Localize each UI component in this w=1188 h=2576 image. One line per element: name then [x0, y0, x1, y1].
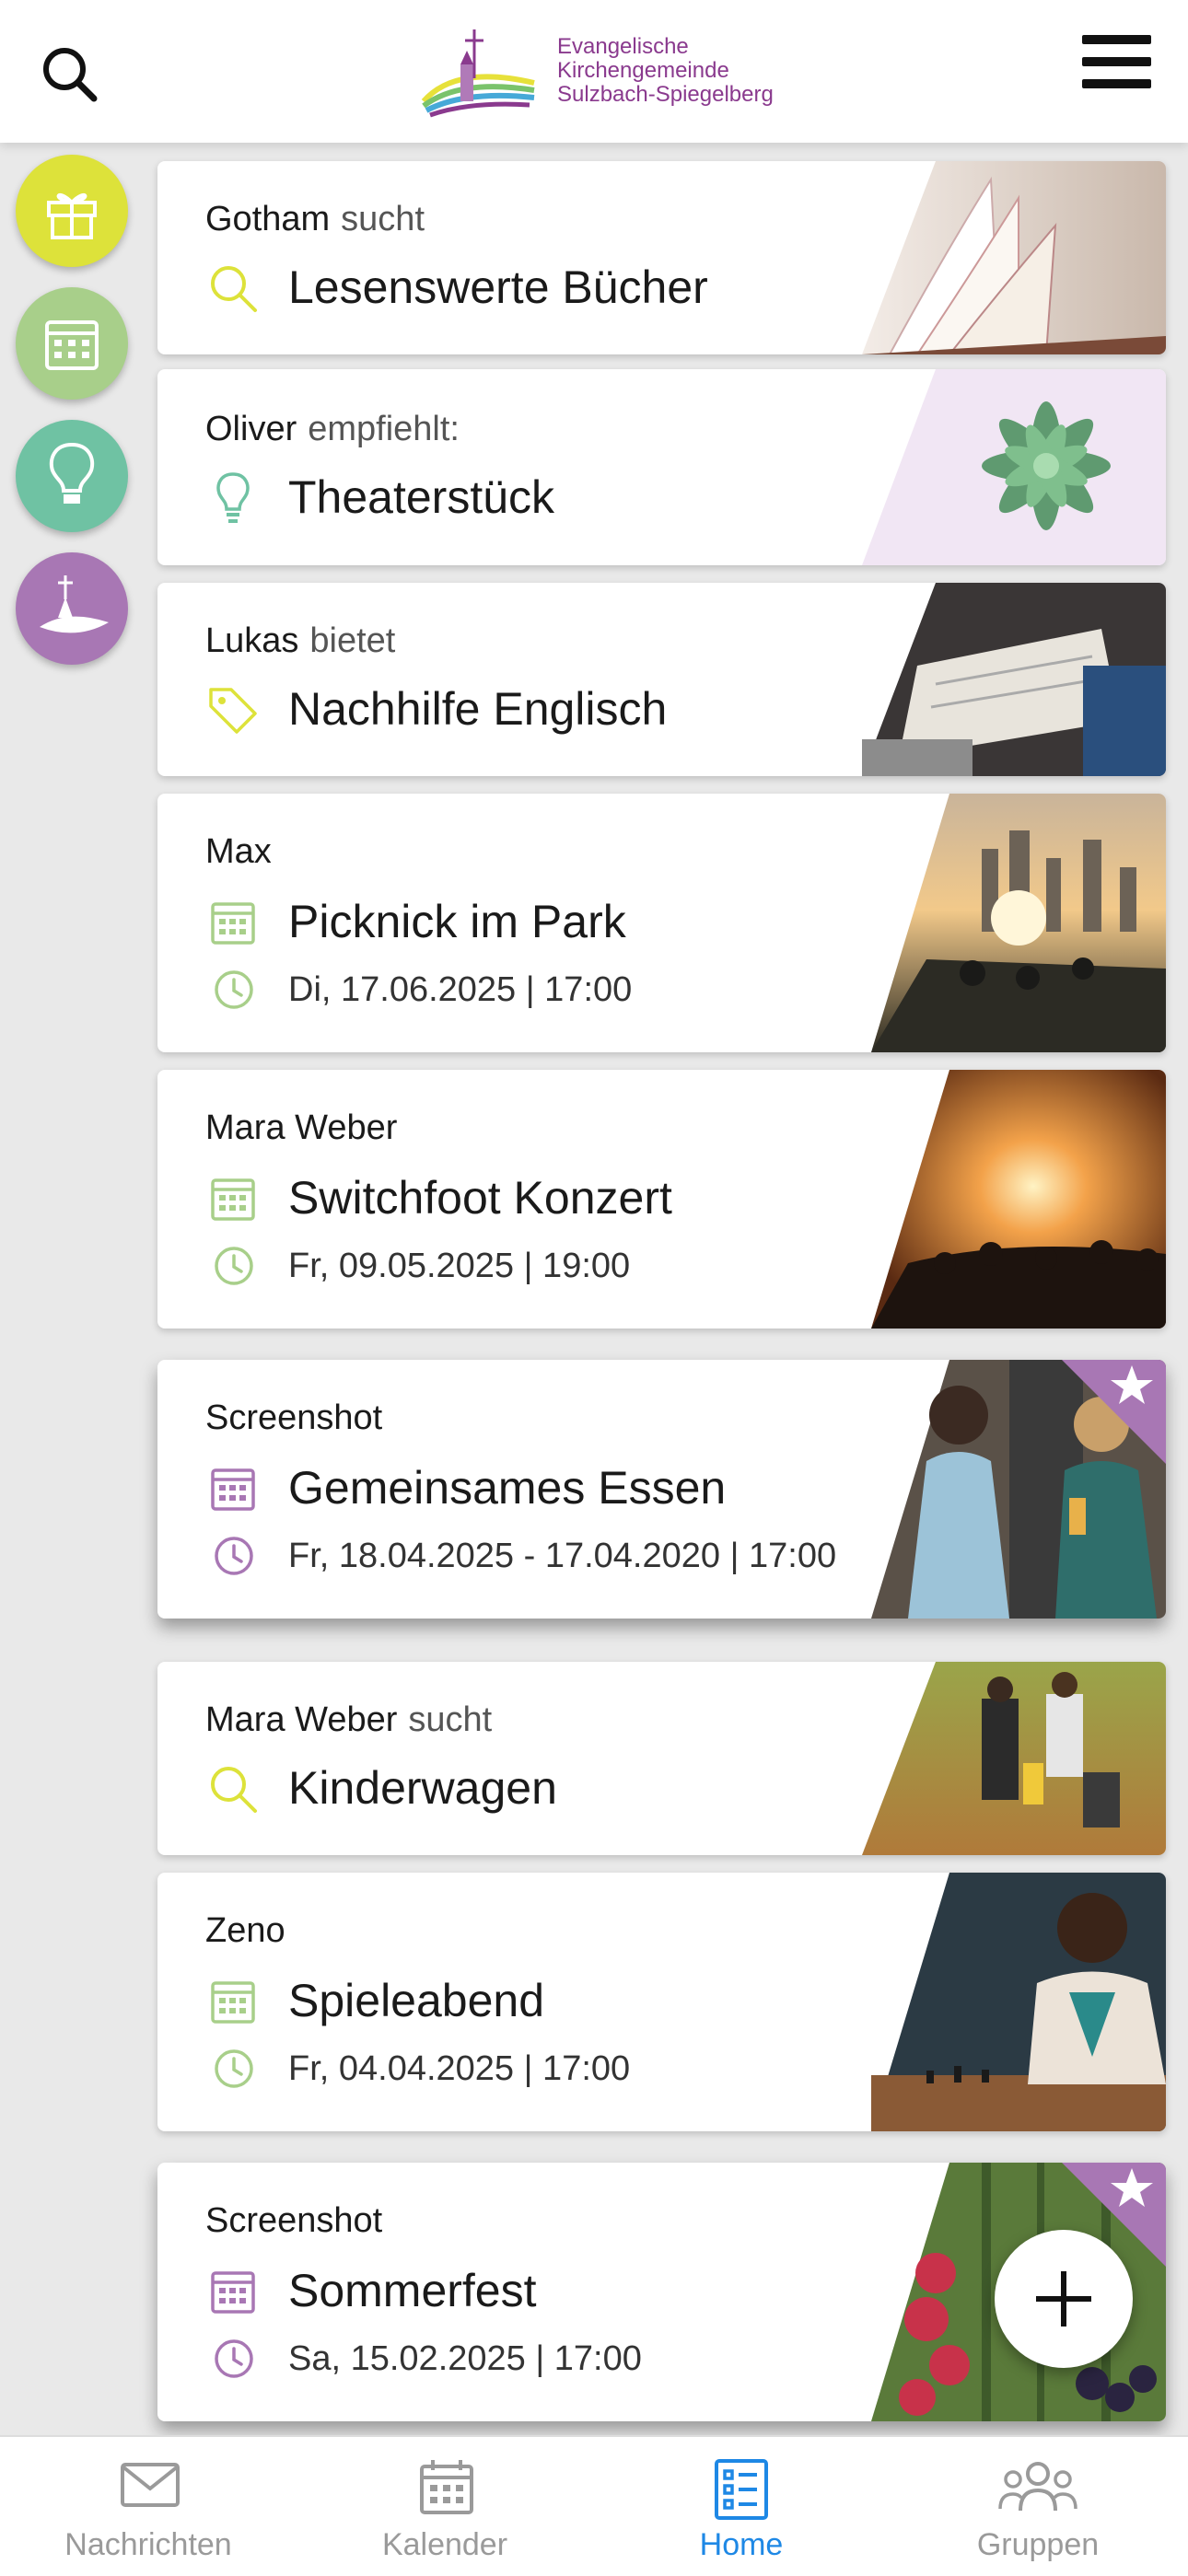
bottom-navigation: Nachrichten Kalender Home Gruppen [0, 2435, 1188, 2576]
card-item[interactable]: Oliver empfiehlt: Theaterstück [157, 369, 1166, 565]
app-header: Evangelische Kirchengemeinde Sulzbach-Sp… [0, 0, 1188, 143]
card-title: Theaterstück [288, 471, 555, 523]
card-title: Kinderwagen [288, 1762, 557, 1814]
tab-home[interactable]: Home [593, 2437, 890, 2576]
card-author: Max [205, 832, 272, 871]
card-title: Switchfoot Konzert [288, 1172, 672, 1224]
category-church-button[interactable] [16, 552, 128, 665]
category-calendar-button[interactable] [16, 287, 128, 400]
calendar-icon [211, 1981, 255, 2024]
logo-text: Evangelische Kirchengemeinde Sulzbach-Sp… [557, 34, 774, 107]
card-item[interactable]: Lukas bietet Nachhilfe Englisch [157, 583, 1166, 776]
card-author: Oliver empfiehlt: [205, 410, 460, 448]
card-title: Lesenswerte Bücher [288, 261, 708, 313]
card-date: Fr, 09.05.2025 | 19:00 [288, 1247, 631, 1285]
study-desk-photo [862, 583, 1166, 776]
card-title: Sommerfest [288, 2265, 537, 2316]
succulent-photo [862, 369, 1166, 565]
card-author: Mara Weber sucht [205, 1700, 493, 1739]
card-author: Mara Weber [205, 1108, 398, 1147]
book-photo [862, 161, 1166, 354]
card-item[interactable]: Mara Weber Switchfoot Konzert Fr, 09.05.… [157, 1070, 1166, 1329]
clock-icon [215, 970, 253, 1009]
calendar-icon [45, 320, 99, 370]
card-item[interactable]: Max Picknick im Park Di, 17.06.2025 | 17… [157, 794, 1166, 1052]
clock-icon [215, 2339, 253, 2378]
church-logo[interactable]: Evangelische Kirchengemeinde Sulzbach-Sp… [419, 28, 774, 120]
tab-kalender[interactable]: Kalender [297, 2437, 593, 2576]
search-icon [211, 1767, 257, 1813]
calendar-icon [211, 2271, 255, 2314]
search-icon [211, 266, 257, 312]
concert-photo [871, 1070, 1166, 1329]
calendar-icon [211, 1178, 255, 1221]
card-date: Sa, 15.02.2025 | 17:00 [288, 2339, 642, 2378]
family-walk-photo [862, 1662, 1166, 1855]
tab-gruppen[interactable]: Gruppen [890, 2437, 1186, 2576]
clock-icon [215, 2049, 253, 2088]
card-author: Gotham sucht [205, 200, 425, 238]
calendar-icon [420, 2460, 473, 2514]
group-icon [998, 2462, 1077, 2512]
card-title: Spieleabend [288, 1975, 545, 2026]
hamburger-menu-icon[interactable] [1082, 35, 1151, 99]
mail-icon [121, 2463, 180, 2507]
card-item[interactable]: Mara Weber sucht Kinderwagen [157, 1662, 1166, 1855]
tab-nachrichten[interactable]: Nachrichten [0, 2437, 297, 2576]
lightbulb-icon [216, 472, 250, 523]
card-title: Gemeinsames Essen [288, 1462, 727, 1514]
card-item[interactable]: Gotham sucht Lesenswerte Bücher [157, 161, 1166, 354]
add-button[interactable] [995, 2230, 1133, 2368]
card-author: Screenshot [205, 1398, 383, 1437]
card-author: Zeno [205, 1911, 285, 1950]
gift-icon [47, 192, 97, 239]
picnic-photo [871, 794, 1166, 1052]
tab-label: Nachrichten [64, 2527, 232, 2562]
game-night-photo [871, 1873, 1166, 2131]
clock-icon [215, 1247, 253, 1285]
card-title: Picknick im Park [288, 896, 626, 947]
card-author: Screenshot [205, 2201, 383, 2240]
calendar-icon [211, 902, 255, 945]
featured-star-badge [1062, 1360, 1166, 1464]
card-item[interactable]: Zeno Spieleabend Fr, 04.04.2025 | 17:00 [157, 1873, 1166, 2131]
tag-icon [209, 688, 257, 734]
calendar-icon [211, 1468, 255, 1511]
tab-label: Home [699, 2527, 784, 2562]
tab-label: Gruppen [976, 2527, 1100, 2562]
search-icon[interactable] [37, 41, 101, 106]
church-icon [40, 575, 109, 633]
plus-icon [1036, 2271, 1091, 2327]
category-idea-button[interactable] [16, 420, 128, 532]
logo-graphic [421, 29, 535, 118]
lightbulb-icon [49, 442, 95, 504]
card-date: Fr, 04.04.2025 | 17:00 [288, 2049, 631, 2088]
card-author: Lukas bietet [205, 621, 396, 660]
category-gift-button[interactable] [16, 155, 128, 267]
list-icon [715, 2459, 768, 2520]
tab-label: Kalender [381, 2527, 508, 2562]
clock-icon [215, 1537, 253, 1575]
card-date: Di, 17.06.2025 | 17:00 [288, 970, 633, 1009]
card-date: Fr, 18.04.2025 - 17.04.2020 | 17:00 [288, 1537, 837, 1575]
card-title: Nachhilfe Englisch [288, 683, 668, 735]
card-item[interactable]: Screenshot Gemeinsames Essen Fr, 18.04.2… [157, 1360, 1166, 1619]
